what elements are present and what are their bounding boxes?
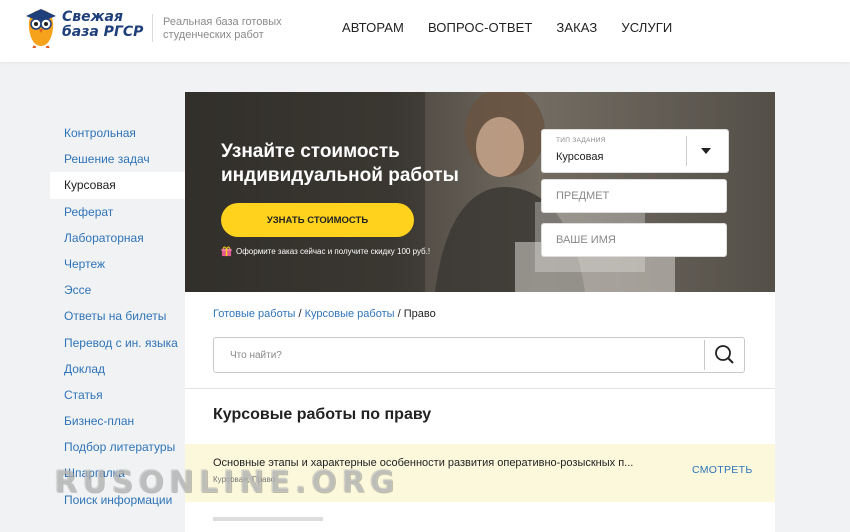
sidebar-item-coursework[interactable]: Курсовая [50, 172, 185, 199]
site-tagline: Реальная база готовых студенческих работ [163, 16, 282, 41]
nav-services[interactable]: УСЛУГИ [621, 20, 672, 35]
search-box [213, 337, 745, 373]
sidebar-item-exam-answers[interactable]: Ответы на билеты [50, 303, 185, 329]
banner-title: Узнайте стоимость индивидуальной работы [221, 141, 459, 186]
breadcrumb-current: Право [403, 308, 436, 320]
list-item[interactable]: Основные этапы и характерные особенности… [185, 444, 775, 502]
breadcrumb-separator: / [394, 308, 404, 320]
get-price-button[interactable]: УЗНАТЬ СТОИМОСТЬ [221, 203, 414, 237]
subject-field[interactable] [541, 179, 727, 213]
nav-faq[interactable]: ВОПРОС-ОТВЕТ [428, 20, 532, 35]
search-input[interactable] [214, 338, 718, 372]
name-field[interactable] [541, 223, 727, 257]
sidebar-item-problems[interactable]: Решение задач [50, 146, 185, 172]
order-banner: Узнайте стоимость индивидуальной работы … [185, 92, 775, 292]
breadcrumb-separator: / [295, 308, 305, 320]
page-title: Курсовые работы по праву [213, 406, 432, 423]
sidebar-item-lab[interactable]: Лабораторная [50, 225, 185, 251]
task-type-label: ТИП ЗАДАНИЯ [556, 137, 606, 144]
owl-logo-icon[interactable] [24, 6, 58, 48]
nav-order[interactable]: ЗАКАЗ [556, 20, 597, 35]
breadcrumb-ready-works[interactable]: Готовые работы [213, 308, 295, 320]
logo-text[interactable]: Свежая база РГСР [62, 10, 144, 40]
sidebar-item-essay-report[interactable]: Реферат [50, 199, 185, 225]
sidebar-item-article[interactable]: Статья [50, 382, 185, 408]
logo-divider [152, 14, 153, 42]
task-type-value: Курсовая [556, 151, 604, 163]
task-type-select[interactable]: ТИП ЗАДАНИЯ Курсовая [541, 129, 729, 173]
main-nav: АВТОРАМ ВОПРОС-ОТВЕТ ЗАКАЗ УСЛУГИ [342, 20, 672, 35]
breadcrumb: Готовые работы / Курсовые работы / Право [213, 308, 436, 320]
gift-icon [221, 246, 232, 257]
search-icon[interactable] [705, 338, 745, 372]
site-header: Свежая база РГСР Реальная база готовых с… [0, 0, 850, 62]
chevron-down-icon[interactable] [701, 148, 711, 154]
view-link[interactable]: СМОТРЕТЬ [692, 464, 753, 476]
discount-note-text: Оформите заказ сейчас и получите скидку … [236, 247, 431, 256]
sidebar-item-control[interactable]: Контрольная [50, 120, 185, 146]
sidebar-item-talk[interactable]: Доклад [50, 356, 185, 382]
sidebar-item-essay[interactable]: Эссе [50, 277, 185, 303]
sidebar-item-drawing[interactable]: Чертеж [50, 251, 185, 277]
sidebar-item-business-plan[interactable]: Бизнес-план [50, 408, 185, 434]
sidebar-item-translation[interactable]: Перевод с ин. языка [50, 330, 185, 356]
nav-authors[interactable]: АВТОРАМ [342, 20, 404, 35]
discount-note: Оформите заказ сейчас и получите скидку … [221, 246, 430, 257]
result-meta: Курсовая, Право [213, 475, 276, 484]
sidebar-item-literature[interactable]: Подбор литературы [50, 434, 185, 460]
next-result-placeholder [213, 517, 323, 521]
select-divider [686, 136, 687, 166]
sidebar-item-cheatsheet[interactable]: Шпаргалка [50, 460, 185, 486]
section-divider [185, 388, 775, 389]
breadcrumb-courseworks[interactable]: Курсовые работы [305, 308, 395, 320]
sidebar-item-info-search[interactable]: Поиск информации [50, 487, 185, 513]
category-sidebar: Контрольная Решение задач Курсовая Рефер… [50, 120, 185, 513]
result-title[interactable]: Основные этапы и характерные особенности… [213, 457, 665, 469]
main-content: Узнайте стоимость индивидуальной работы … [185, 92, 775, 532]
